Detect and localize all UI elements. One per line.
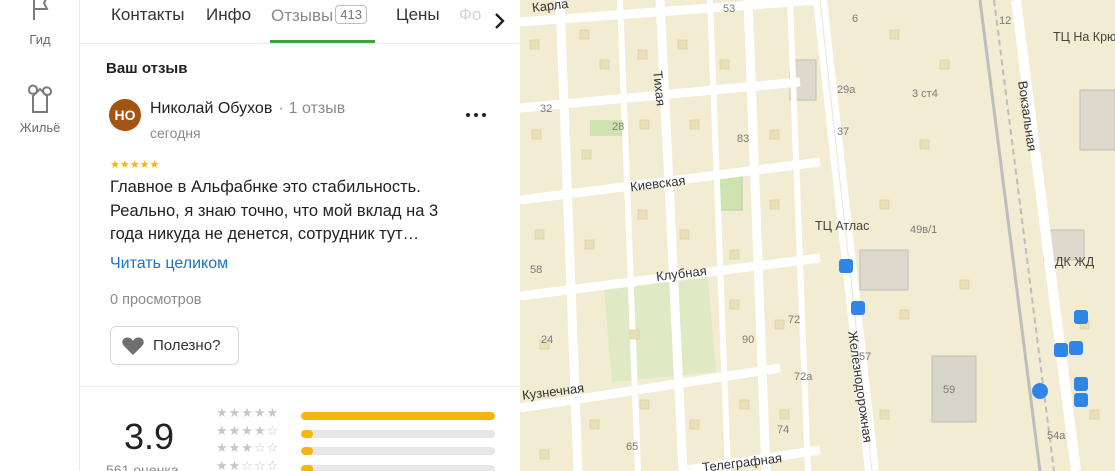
poi-label[interactable]: ТЦ На Крю	[1053, 30, 1115, 44]
review-text-line: года никуда не денется, сотрудник тут…	[110, 225, 420, 243]
house-number: 24	[541, 334, 554, 346]
tab-photos[interactable]: Фо	[459, 5, 481, 25]
rating-row: ☆☆☆★★	[216, 457, 506, 471]
house-number: 59	[943, 384, 956, 396]
rating-row-stars: ★★★★★	[216, 405, 280, 420]
author-separator: ·	[278, 100, 284, 117]
poi-label[interactable]: ДК ЖД	[1055, 255, 1094, 269]
read-more-link[interactable]: Читать целиком	[110, 255, 228, 273]
rating-row: ★★★★★	[216, 405, 506, 422]
rating-row-bar	[301, 464, 495, 471]
house-number: 58	[530, 264, 543, 276]
active-tab-indicator	[270, 40, 375, 43]
review-text-line: Реально, я знаю точно, что мой вклад на …	[110, 201, 439, 220]
review-stars: ★★★★★	[110, 159, 160, 171]
house-number: 12	[999, 15, 1012, 27]
rating-row-bar	[301, 447, 495, 455]
house-number: 32	[540, 103, 553, 115]
house-number: 90	[742, 334, 755, 346]
rating-row-bar-fill	[301, 447, 313, 455]
rating-row-bar-fill	[301, 412, 495, 420]
rating-row-bar-fill	[301, 429, 313, 438]
tab-info[interactable]: Инфо	[206, 5, 251, 25]
map-view[interactable]: Тихая Киевская Клубная Кузнечная Железно…	[520, 0, 1115, 471]
rating-row-stars: ☆☆★★★	[216, 440, 280, 455]
house-number: 65	[626, 441, 639, 453]
house-number: 83	[737, 133, 750, 145]
house-number: 29а	[837, 84, 856, 96]
review-text-line: Главное в Альфабнке это стабильность.	[110, 178, 421, 196]
heart-icon	[122, 337, 144, 355]
left-rail: Гид Жильё	[0, 0, 80, 471]
poi-label[interactable]: ТЦ Атлас	[815, 219, 869, 233]
house-number: 54а	[1047, 430, 1066, 442]
rating-row: ☆☆★★★	[216, 440, 506, 457]
rating-row-bar	[301, 412, 495, 420]
map-canvas[interactable]	[520, 0, 1115, 471]
guide-flag-icon	[33, 0, 49, 20]
poi-label: 3 ст4	[912, 88, 938, 100]
rating-row-bar-fill	[301, 464, 313, 471]
rating-value: 3.9	[124, 416, 175, 457]
review-author-line: Николай Обухов · 1 отзыв	[150, 100, 345, 118]
useful-button-label: Полезно?	[153, 337, 221, 354]
organization-panel: Контакты Инфо Отзывы 413 Цены Фо Ваш отзы…	[80, 0, 520, 471]
tab-reviews-label: Отзывы	[271, 6, 334, 25]
section-divider	[80, 386, 520, 387]
house-number: 37	[837, 126, 850, 138]
rail-housing-label: Жильё	[19, 120, 61, 135]
house-number: 72	[788, 314, 801, 326]
your-review-heading: Ваш отзыв	[106, 60, 188, 77]
views-count: 0 просмотров	[110, 292, 202, 308]
rating-row-stars: ☆★★★★	[216, 422, 280, 438]
house-number: 74	[777, 424, 790, 436]
house-number: 72а	[794, 371, 813, 383]
tab-bar: Контакты Инфо Отзывы 413 Цены Фо	[80, 0, 520, 44]
review-date: сегодня	[150, 125, 201, 141]
tab-reviews-count-badge: 413	[335, 5, 367, 24]
more-options-icon[interactable]	[462, 104, 490, 126]
rail-guide-label: Гид	[29, 32, 51, 47]
tab-reviews[interactable]: Отзывы 413	[271, 5, 367, 26]
author-name[interactable]: Николай Обухов	[150, 100, 272, 117]
rating-row-bar	[301, 429, 495, 438]
rating-row: ☆★★★★	[216, 422, 506, 440]
avatar[interactable]: НО	[109, 99, 141, 131]
tab-contacts[interactable]: Контакты	[111, 5, 184, 25]
house-number: 53	[723, 3, 736, 15]
rating-count: 561 оценка	[106, 462, 179, 471]
poi-label: 49в/1	[910, 224, 938, 236]
house-number: 28	[612, 121, 625, 133]
rail-housing[interactable]: Жильё	[0, 82, 80, 135]
chevron-right-icon[interactable]	[488, 10, 510, 32]
house-number: 57	[859, 351, 872, 363]
useful-button[interactable]: Полезно?	[110, 326, 239, 365]
author-review-count: 1 отзыв	[288, 100, 346, 117]
review-text: Главное в Альфабнке это стабильность. Ре…	[110, 176, 490, 247]
rail-guide[interactable]: Гид	[0, 0, 80, 47]
house-number: 6	[852, 13, 859, 25]
tab-prices[interactable]: Цены	[396, 5, 440, 25]
rating-row-stars: ☆☆☆★★	[216, 457, 280, 471]
housing-icon	[27, 84, 53, 113]
